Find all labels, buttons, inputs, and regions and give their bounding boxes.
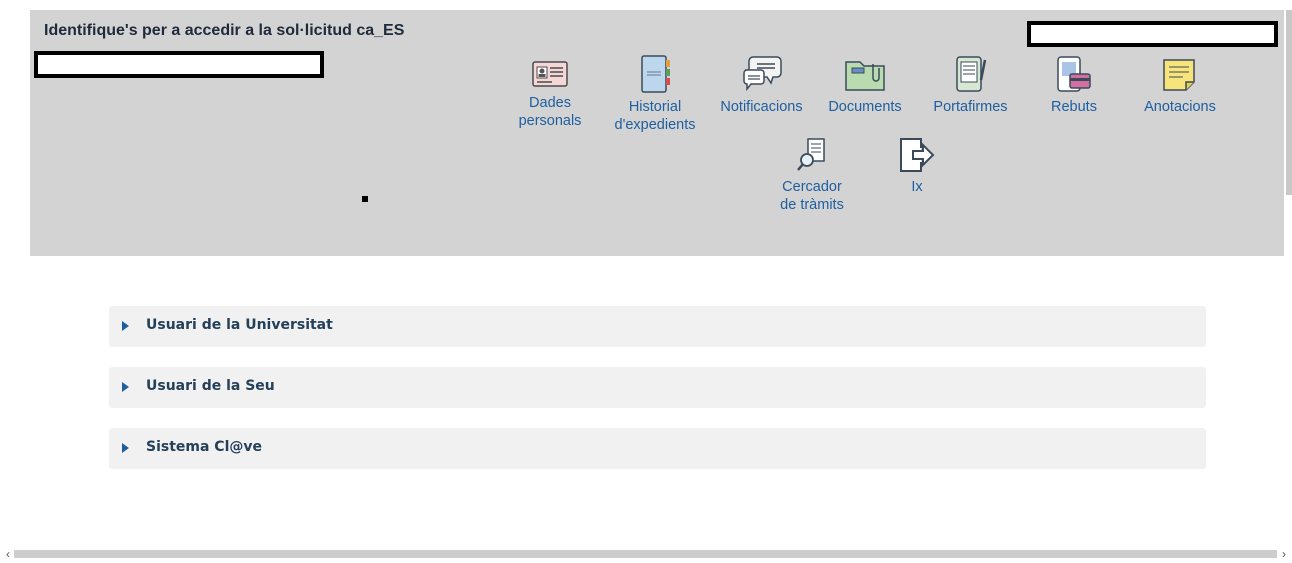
- accordion-label: Usuari de la Seu: [146, 378, 275, 394]
- notebook-icon: [641, 55, 670, 93]
- nav-dades-personals[interactable]: Dades personals: [510, 58, 590, 130]
- nav-ix-logout[interactable]: Ix: [887, 136, 947, 196]
- nav-label: personals: [518, 113, 582, 129]
- nav-cercador-tramits[interactable]: Cercador de tràmits: [767, 136, 857, 214]
- accordion-sistema-clave[interactable]: Sistema Cl@ve: [109, 428, 1206, 469]
- nav-anotacions[interactable]: Anotacions: [1130, 54, 1230, 116]
- nav-label: de tràmits: [780, 197, 844, 213]
- vertical-scrollbar[interactable]: [1286, 10, 1292, 195]
- nav-label: Rebuts: [1051, 99, 1097, 115]
- scroll-right-icon[interactable]: ›: [1278, 547, 1290, 561]
- nav-rebuts[interactable]: Rebuts: [1034, 54, 1114, 116]
- nav-label: Portafirmes: [933, 99, 1008, 115]
- exit-icon: [900, 138, 935, 172]
- nav-label: Ix: [911, 179, 923, 195]
- accordion-label: Usuari de la Universitat: [146, 317, 333, 333]
- nav-label: Dades: [529, 95, 571, 111]
- expand-arrow-icon: [122, 382, 129, 392]
- nav-label: d'expedients: [614, 117, 696, 133]
- accordion-usuari-seu[interactable]: Usuari de la Seu: [109, 367, 1206, 408]
- sticky-note-icon: [1163, 59, 1195, 91]
- horizontal-scrollbar[interactable]: ‹ ›: [0, 545, 1292, 563]
- accordion-usuari-universitat[interactable]: Usuari de la Universitat: [109, 306, 1206, 347]
- nav-notificacions[interactable]: Notificacions: [714, 54, 809, 116]
- expand-arrow-icon: [122, 321, 129, 331]
- folder-icon: [845, 61, 885, 91]
- redacted-field: [34, 51, 324, 78]
- accordion-label: Sistema Cl@ve: [146, 439, 263, 455]
- page-title: Identifique's per a accedir a la sol·lic…: [44, 22, 405, 39]
- nav-portafirmes[interactable]: Portafirmes: [923, 54, 1018, 116]
- id-card-icon: [532, 61, 568, 87]
- nav-label: Historial: [628, 99, 682, 115]
- nav-label: Anotacions: [1144, 99, 1216, 115]
- speech-bubbles-icon: [742, 56, 782, 92]
- nav-label: Cercador: [782, 179, 842, 195]
- nav-historial-expedients[interactable]: Historial d'expedients: [605, 54, 705, 134]
- nav-label: Documents: [828, 99, 902, 115]
- expand-arrow-icon: [122, 443, 129, 453]
- nav-documents[interactable]: Documents: [820, 54, 910, 116]
- magnifier-document-icon: [797, 138, 825, 171]
- nav-label: Notificacions: [720, 99, 803, 115]
- header-bar: Identifique's per a accedir a la sol·lic…: [30, 10, 1284, 256]
- redacted-field: [1027, 21, 1278, 47]
- tablet-pen-icon: [955, 56, 986, 92]
- scroll-track[interactable]: [14, 550, 1277, 558]
- receipt-card-icon: [1057, 56, 1091, 92]
- scroll-left-icon[interactable]: ‹: [2, 547, 14, 561]
- marker-dot: [362, 196, 368, 202]
